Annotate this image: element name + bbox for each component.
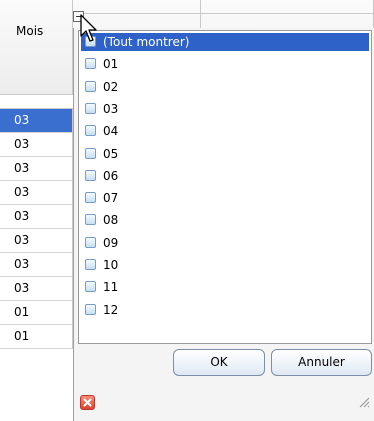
cancel-button[interactable]: Annuler <box>271 349 372 376</box>
column-header-mois[interactable]: Mois <box>0 0 73 95</box>
mois-cell[interactable]: 03 <box>0 205 73 229</box>
mois-cell[interactable]: 03 <box>0 277 73 301</box>
checkbox-icon[interactable] <box>85 147 96 159</box>
filter-item-label: 05 <box>103 146 119 161</box>
checkbox-icon[interactable] <box>85 214 96 226</box>
mois-cell[interactable]: 01 <box>0 325 73 349</box>
mois-cell[interactable]: 03 <box>0 181 73 205</box>
mois-cell[interactable]: 03 <box>0 133 73 157</box>
checkbox-icon[interactable] <box>85 259 96 270</box>
filter-item-label: 01 <box>103 57 119 72</box>
checkbox-icon[interactable] <box>85 102 96 114</box>
filter-item-label: 10 <box>103 258 119 272</box>
mois-cell[interactable]: 03 <box>0 157 73 181</box>
mois-cell[interactable]: 01 <box>0 301 73 325</box>
filter-item-label: 08 <box>103 213 119 228</box>
filter-list-item[interactable]: 01 <box>81 55 369 73</box>
resize-grip-icon[interactable] <box>356 394 370 408</box>
filter-item-label: 04 <box>103 124 119 139</box>
mois-cell[interactable]: 03 <box>0 229 73 253</box>
checkbox-icon[interactable] <box>85 58 96 70</box>
close-icon[interactable] <box>80 395 95 410</box>
checkbox-icon[interactable] <box>85 236 96 248</box>
filter-value-list[interactable]: (Tout montrer) 01 02 03 04 05 06 07 08 09 10 11 12 <box>78 30 372 344</box>
column-header-label: Mois <box>16 24 44 38</box>
filter-list-item[interactable]: 12 <box>81 301 369 319</box>
filter-list-item[interactable]: 03 <box>81 100 369 118</box>
filter-item-label: 11 <box>103 280 119 295</box>
filter-list-item[interactable]: 04 <box>81 122 369 140</box>
filter-list-item[interactable]: 07 <box>81 189 369 207</box>
checkbox-icon[interactable] <box>85 169 96 181</box>
filter-item-label: (Tout montrer) <box>103 35 190 49</box>
header-top-row <box>73 0 374 14</box>
checkbox-icon[interactable] <box>85 281 96 293</box>
filter-list-item[interactable]: 08 <box>81 211 369 229</box>
filter-item-label: 07 <box>103 191 119 206</box>
ok-button[interactable]: OK <box>173 349 265 376</box>
filter-list-item[interactable]: 10 <box>81 256 369 274</box>
header-spacer-row <box>0 95 73 109</box>
filter-item-label: 03 <box>103 101 119 116</box>
filter-item-label: 12 <box>103 302 119 317</box>
checkbox-icon[interactable] <box>85 303 96 315</box>
filter-dropdown-panel: (Tout montrer) 01 02 03 04 05 06 07 08 09 10 11 12 O… <box>73 28 374 421</box>
filter-list-item[interactable]: 02 <box>81 78 369 96</box>
checkbox-icon[interactable] <box>85 125 96 137</box>
mois-cell[interactable]: 03 <box>0 253 73 277</box>
filter-item-label: 06 <box>103 168 119 183</box>
checkbox-icon[interactable] <box>85 192 96 204</box>
filter-list-item[interactable]: 06 <box>81 167 369 185</box>
filter-list-item[interactable]: 11 <box>81 278 369 296</box>
filter-item-label: 09 <box>103 235 119 250</box>
mois-cell[interactable]: 03 <box>0 109 73 133</box>
mouse-pointer-icon <box>80 14 97 42</box>
filter-list-item[interactable]: 05 <box>81 145 369 163</box>
filter-list-item[interactable]: 09 <box>81 234 369 252</box>
filter-list-item[interactable]: (Tout montrer) <box>81 33 369 51</box>
checkbox-icon[interactable] <box>85 80 96 92</box>
filter-item-label: 02 <box>103 79 119 94</box>
